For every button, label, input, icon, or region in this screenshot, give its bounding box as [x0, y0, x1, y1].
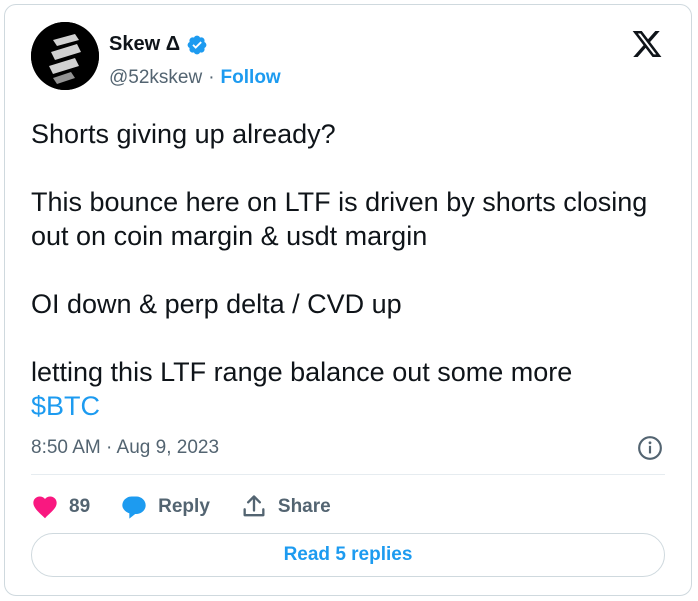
handle-separator: ·: [208, 67, 215, 88]
reply-bubble-icon: [120, 493, 148, 521]
avatar-image: [31, 22, 99, 90]
info-icon[interactable]: [637, 435, 663, 461]
cashtag-link[interactable]: $BTC: [31, 391, 100, 421]
tweet-text: Shorts giving up already? This bounce he…: [31, 117, 681, 423]
share-icon: [240, 493, 268, 521]
author-name[interactable]: Skew Δ: [109, 33, 180, 56]
author-handle[interactable]: @52kskew: [109, 67, 202, 89]
read-replies-button[interactable]: Read 5 replies: [31, 533, 665, 577]
tweet-line-3: OI down & perp delta / CVD up: [31, 289, 402, 319]
author-name-row: Skew Δ: [109, 33, 208, 56]
x-logo-icon[interactable]: [631, 28, 663, 60]
tweet-line-1: Shorts giving up already?: [31, 119, 336, 149]
like-button[interactable]: 89: [31, 493, 90, 521]
divider: [31, 474, 665, 475]
share-label: Share: [277, 496, 331, 517]
like-count: 89: [69, 496, 91, 517]
heart-icon: [31, 493, 59, 521]
follow-button[interactable]: Follow: [221, 67, 281, 89]
avatar[interactable]: [31, 22, 99, 90]
tweet-line-4: letting this LTF range balance out some …: [31, 357, 573, 387]
tweet-card: Skew Δ @52kskew · Follow Shorts giving u…: [4, 4, 692, 596]
reply-label: Reply: [158, 496, 210, 517]
verified-badge-icon: [186, 34, 208, 56]
tweet-line-2: This bounce here on LTF is driven by sho…: [31, 187, 648, 251]
share-button[interactable]: Share: [240, 493, 331, 521]
handle-row: @52kskew · Follow: [109, 67, 281, 89]
action-bar: 89 Reply Share: [31, 489, 361, 525]
tweet-timestamp[interactable]: 8:50 AM · Aug 9, 2023: [31, 437, 219, 459]
reply-button[interactable]: Reply: [120, 493, 210, 521]
